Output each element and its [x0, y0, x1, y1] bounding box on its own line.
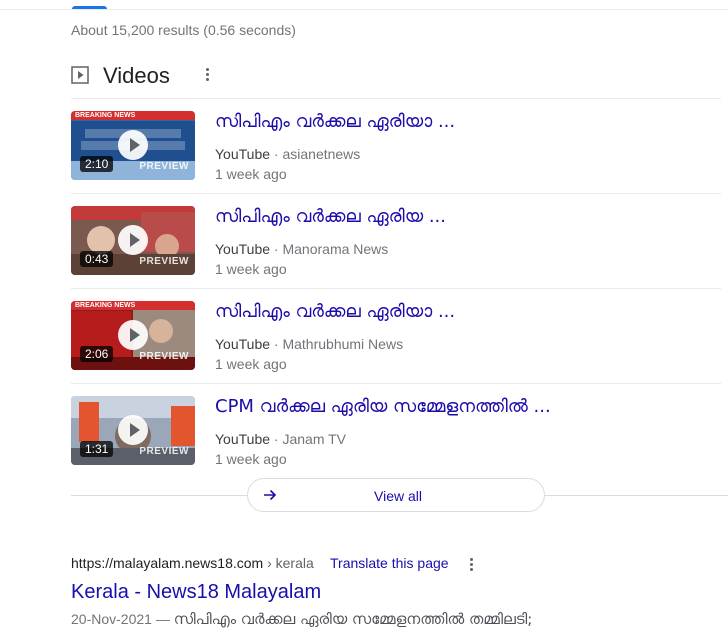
video-platform: YouTube [215, 146, 271, 162]
video-play-icon [71, 66, 89, 84]
result-date: 20-Nov-2021 [71, 611, 152, 627]
source-separator: · [270, 431, 283, 447]
video-age: 1 week ago [215, 166, 287, 182]
result-url: https://malayalam.news18.com › kerala [71, 555, 314, 571]
play-icon[interactable] [118, 320, 148, 350]
video-item[interactable]: 0:43 PREVIEW സിപിഎം വർക്കല ഏരിയ ... YouT… [71, 193, 721, 288]
video-channel: Janam TV [282, 431, 347, 447]
tab-divider [0, 9, 728, 10]
result-path: › kerala [263, 555, 314, 571]
preview-label: PREVIEW [139, 446, 189, 457]
preview-label: PREVIEW [139, 351, 189, 362]
duration-badge: 2:10 [80, 156, 114, 172]
video-source: YouTube · Janam TV [215, 431, 346, 447]
duration-badge: 2:06 [80, 346, 114, 362]
result-options-icon[interactable] [467, 556, 475, 574]
duration-badge: 1:31 [80, 441, 114, 457]
video-thumbnail[interactable]: 1:31 PREVIEW [71, 396, 195, 465]
result-stats: About 15,200 results (0.56 seconds) [71, 22, 296, 38]
video-age: 1 week ago [215, 356, 287, 372]
source-separator: · [270, 146, 283, 162]
video-list: BREAKING NEWS 2:10 PREVIEW സിപിഎം വർക്കല… [71, 98, 721, 478]
preview-label: PREVIEW [139, 256, 189, 267]
video-age: 1 week ago [215, 451, 287, 467]
view-all-button[interactable]: View all [247, 478, 545, 512]
video-source: YouTube · asianetnews [215, 146, 360, 162]
breaking-news-banner: BREAKING NEWS [71, 111, 195, 120]
video-title-link[interactable]: സിപിഎം വർക്കല ഏരിയാ ... [215, 111, 455, 132]
videos-header: Videos [71, 62, 721, 90]
snippet-dash: — [151, 611, 174, 627]
video-thumbnail[interactable]: 0:43 PREVIEW [71, 206, 195, 275]
duration-badge: 0:43 [80, 251, 114, 267]
source-separator: · [270, 336, 283, 352]
video-item[interactable]: BREAKING NEWS 2:10 PREVIEW സിപിഎം വർക്കല… [71, 98, 721, 193]
view-all-label: View all [374, 488, 422, 504]
video-title-link[interactable]: സിപിഎം വർക്കല ഏരിയാ ... [215, 301, 455, 322]
video-channel: Manorama News [282, 241, 389, 257]
video-age: 1 week ago [215, 261, 287, 277]
play-icon[interactable] [118, 225, 148, 255]
video-thumbnail[interactable]: BREAKING NEWS 2:10 PREVIEW [71, 111, 195, 180]
video-title-link[interactable]: CPM വർക്കല ഏരിയ സമ്മേളനത്തിൽ ... [215, 396, 551, 417]
video-item[interactable]: 1:31 PREVIEW CPM വർക്കല ഏരിയ സമ്മേളനത്തി… [71, 383, 721, 478]
play-icon[interactable] [118, 415, 148, 445]
arrow-right-icon [264, 489, 277, 501]
breaking-news-banner: BREAKING NEWS [71, 301, 195, 310]
video-item[interactable]: BREAKING NEWS 2:06 PREVIEW സിപിഎം വർക്കല… [71, 288, 721, 383]
play-icon[interactable] [118, 130, 148, 160]
video-platform: YouTube [215, 431, 271, 447]
video-thumbnail[interactable]: BREAKING NEWS 2:06 PREVIEW [71, 301, 195, 370]
video-title-link[interactable]: സിപിഎം വർക്കല ഏരിയ ... [215, 206, 446, 227]
more-options-icon[interactable] [203, 66, 211, 84]
video-platform: YouTube [215, 336, 271, 352]
translate-link[interactable]: Translate this page [330, 555, 449, 571]
result-snippet: 20-Nov-2021 — സിപിഎം വർക്കല ഏരിയ സമ്മേളന… [71, 610, 532, 628]
snippet-text: സിപിഎം വർക്കല ഏരിയ സമ്മേളനത്തിൽ തമ്മിലടി… [173, 610, 533, 628]
active-tab-indicator [72, 6, 107, 9]
source-separator: · [270, 241, 283, 257]
video-source: YouTube · Manorama News [215, 241, 388, 257]
video-platform: YouTube [215, 241, 271, 257]
result-title-link[interactable]: Kerala - News18 Malayalam [71, 581, 321, 604]
result-domain: https://malayalam.news18.com [71, 555, 264, 571]
video-channel: asianetnews [282, 146, 361, 162]
video-channel: Mathrubhumi News [282, 336, 404, 352]
preview-label: PREVIEW [139, 161, 189, 172]
video-source: YouTube · Mathrubhumi News [215, 336, 403, 352]
videos-heading: Videos [103, 63, 170, 88]
